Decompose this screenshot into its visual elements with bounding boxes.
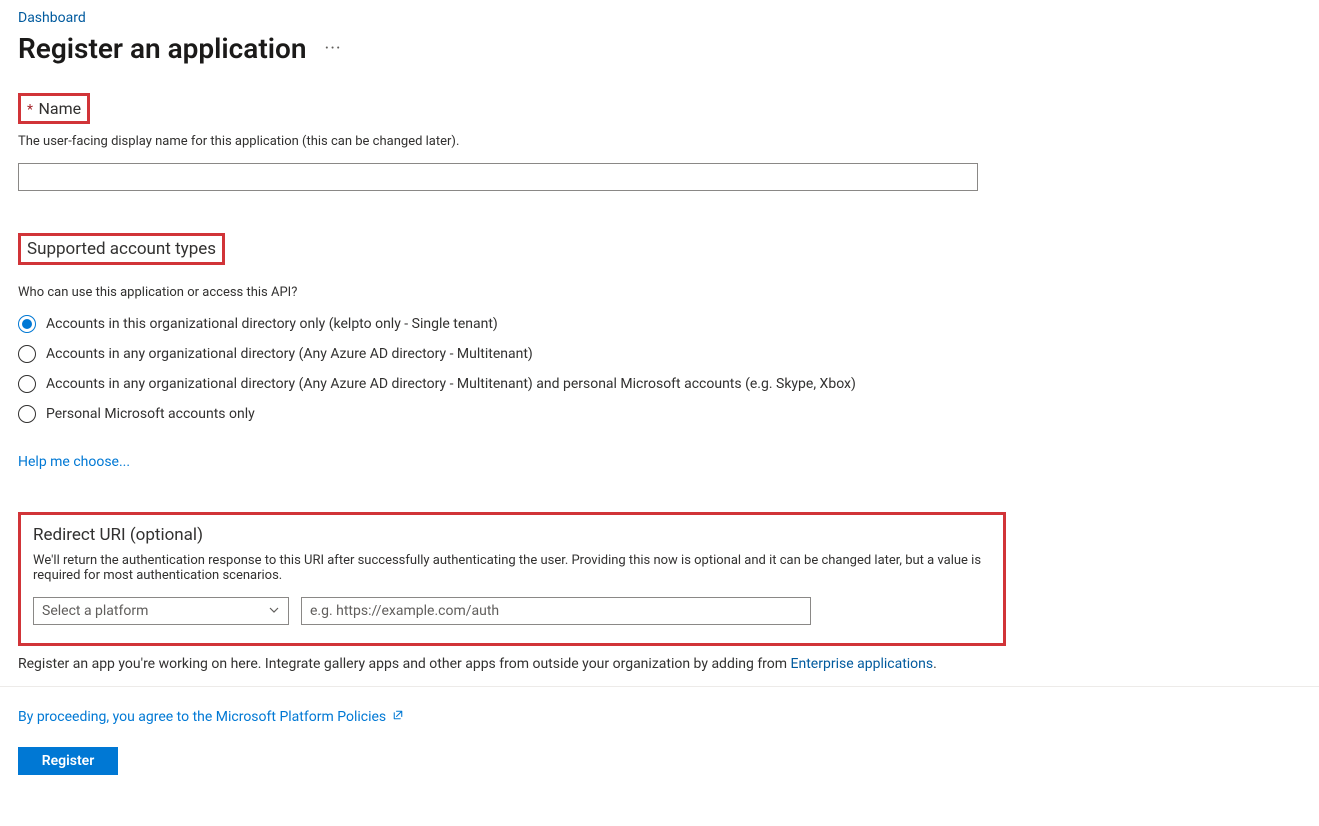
redirect-section-highlight: Redirect URI (optional) We'll return the… (18, 512, 1006, 646)
radio-multitenant[interactable] (18, 345, 36, 363)
name-label: Name (39, 99, 82, 118)
radio-single-tenant[interactable] (18, 315, 36, 333)
platform-policies-link[interactable]: By proceeding, you agree to the Microsof… (18, 709, 404, 725)
radio-multitenant-personal[interactable] (18, 375, 36, 393)
radio-multitenant-personal-label: Accounts in any organizational directory… (46, 374, 856, 394)
footnote-text-before: Register an app you're working on here. … (18, 656, 791, 672)
platform-select-placeholder: Select a platform (42, 603, 148, 619)
required-indicator: * (27, 102, 33, 118)
footer-divider (0, 686, 1319, 687)
radio-single-tenant-label: Accounts in this organizational director… (46, 314, 498, 334)
redirect-heading: Redirect URI (optional) (33, 525, 991, 545)
name-heading-highlight: * Name (18, 93, 90, 124)
account-types-question: Who can use this application or access t… (18, 285, 1301, 300)
radio-personal-only[interactable] (18, 405, 36, 423)
page-title: Register an application (18, 32, 307, 65)
account-types-heading-highlight: Supported account types (18, 233, 225, 265)
enterprise-applications-link[interactable]: Enterprise applications (791, 656, 934, 672)
platform-select[interactable]: Select a platform (33, 597, 289, 625)
external-link-icon (392, 709, 404, 724)
redirect-description: We'll return the authentication response… (33, 553, 991, 583)
radio-multitenant-label: Accounts in any organizational directory… (46, 344, 533, 364)
account-types-radio-group: Accounts in this organizational director… (18, 314, 1301, 424)
enterprise-apps-footnote: Register an app you're working on here. … (18, 656, 1301, 686)
more-actions-button[interactable]: ··· (319, 34, 348, 63)
radio-personal-only-label: Personal Microsoft accounts only (46, 404, 255, 424)
app-name-input[interactable] (18, 163, 978, 191)
account-types-heading: Supported account types (27, 239, 216, 259)
breadcrumb-dashboard[interactable]: Dashboard (18, 10, 86, 26)
register-button[interactable]: Register (18, 747, 118, 775)
redirect-uri-input[interactable] (301, 597, 811, 625)
footnote-text-after: . (933, 656, 937, 672)
chevron-down-icon (268, 604, 280, 619)
name-help-text: The user-facing display name for this ap… (18, 134, 1301, 149)
policy-text: By proceeding, you agree to the Microsof… (18, 709, 390, 725)
help-me-choose-link[interactable]: Help me choose... (18, 454, 130, 470)
